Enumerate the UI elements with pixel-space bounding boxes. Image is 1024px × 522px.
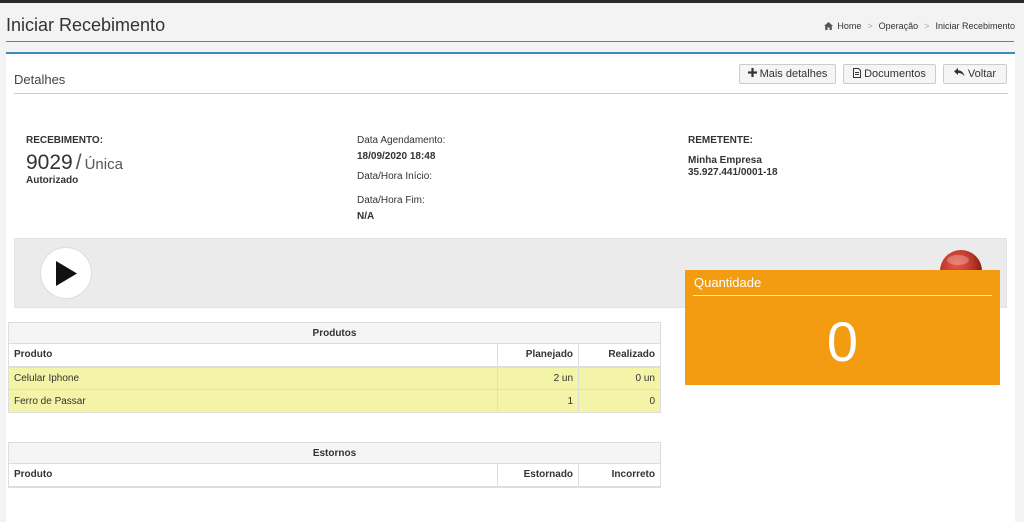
col-header-produto: Produto bbox=[7, 343, 499, 368]
mais-detalhes-label: Mais detalhes bbox=[759, 68, 828, 80]
quantidade-title: Quantidade bbox=[694, 275, 762, 290]
documentos-button[interactable]: Documentos bbox=[843, 64, 936, 84]
produtos-caption: Produtos bbox=[8, 322, 661, 344]
play-button[interactable] bbox=[40, 247, 92, 299]
quantidade-value: 0 bbox=[826, 310, 859, 373]
remetente-cnpj: 35.927.441/0001-18 bbox=[688, 167, 778, 178]
header-divider bbox=[6, 41, 1014, 42]
slash-separator: / bbox=[75, 151, 82, 174]
cell-planejado: 1 bbox=[497, 389, 580, 413]
breadcrumb-separator: > bbox=[867, 21, 873, 31]
table-header-row: Produto Planejado Realizado bbox=[7, 343, 661, 368]
table-row[interactable]: Celular Iphone 2 un 0 un bbox=[7, 366, 661, 390]
col-header-produto: Produto bbox=[7, 463, 499, 488]
col-header-incorreto: Incorreto bbox=[578, 463, 661, 488]
home-icon bbox=[824, 22, 834, 30]
documentos-label: Documentos bbox=[864, 68, 926, 80]
table-row[interactable]: Ferro de Passar 1 0 bbox=[7, 389, 661, 413]
panel-title: Detalhes bbox=[14, 72, 66, 87]
reply-icon bbox=[953, 68, 965, 80]
data-fim-value: N/A bbox=[357, 211, 375, 222]
recebimento-numero: 9029 bbox=[26, 151, 73, 174]
voltar-button[interactable]: Voltar bbox=[943, 64, 1007, 84]
col-header-realizado: Realizado bbox=[578, 343, 661, 368]
cell-planejado: 2 un bbox=[497, 366, 580, 390]
cell-produto: Ferro de Passar bbox=[7, 389, 499, 413]
data-fim-label: Data/Hora Fim: bbox=[357, 195, 425, 206]
table-header-row: Produto Estornado Incorreto bbox=[7, 463, 661, 488]
cell-realizado: 0 un bbox=[578, 366, 661, 390]
recebimento-tipo: Única bbox=[84, 156, 123, 173]
recebimento-status: Autorizado bbox=[26, 175, 79, 186]
page-title: Iniciar Recebimento bbox=[6, 15, 166, 35]
breadcrumb: Home > Operação > Iniciar Recebimento bbox=[824, 21, 1015, 31]
recebimento-number-line: 9029/Única bbox=[26, 151, 123, 175]
estornos-table: Estornos Produto Estornado Incorreto bbox=[7, 442, 661, 488]
produtos-table: Produtos Produto Planejado Realizado Cel… bbox=[7, 322, 661, 413]
remetente-nome: Minha Empresa bbox=[688, 155, 762, 166]
col-header-estornado: Estornado bbox=[497, 463, 580, 488]
col-header-planejado: Planejado bbox=[497, 343, 580, 368]
mais-detalhes-button[interactable]: Mais detalhes bbox=[739, 64, 836, 84]
breadcrumb-home-link[interactable]: Home bbox=[837, 21, 861, 31]
recebimento-label: RECEBIMENTO: bbox=[26, 135, 104, 146]
page-header: Iniciar Recebimento Home > Operação > In… bbox=[0, 3, 1024, 50]
voltar-label: Voltar bbox=[967, 68, 997, 80]
plus-icon bbox=[747, 68, 757, 80]
breadcrumb-current: Iniciar Recebimento bbox=[935, 21, 1015, 31]
remetente-label: REMETENTE: bbox=[688, 135, 753, 146]
data-inicio-label: Data/Hora Início: bbox=[357, 171, 433, 182]
quantidade-box: Quantidade 0 bbox=[685, 270, 1000, 385]
play-icon bbox=[56, 261, 77, 286]
data-agendamento-label: Data Agendamento: bbox=[357, 135, 446, 146]
cell-produto: Celular Iphone bbox=[7, 366, 499, 390]
file-text-icon bbox=[853, 67, 862, 81]
estornos-caption: Estornos bbox=[8, 442, 661, 464]
data-agendamento-value: 18/09/2020 18:48 bbox=[357, 151, 436, 162]
breadcrumb-separator: > bbox=[924, 21, 930, 31]
cell-realizado: 0 bbox=[578, 389, 661, 413]
quantidade-divider bbox=[693, 295, 992, 296]
panel-divider bbox=[14, 93, 1008, 94]
breadcrumb-operacao-link[interactable]: Operação bbox=[879, 21, 919, 31]
